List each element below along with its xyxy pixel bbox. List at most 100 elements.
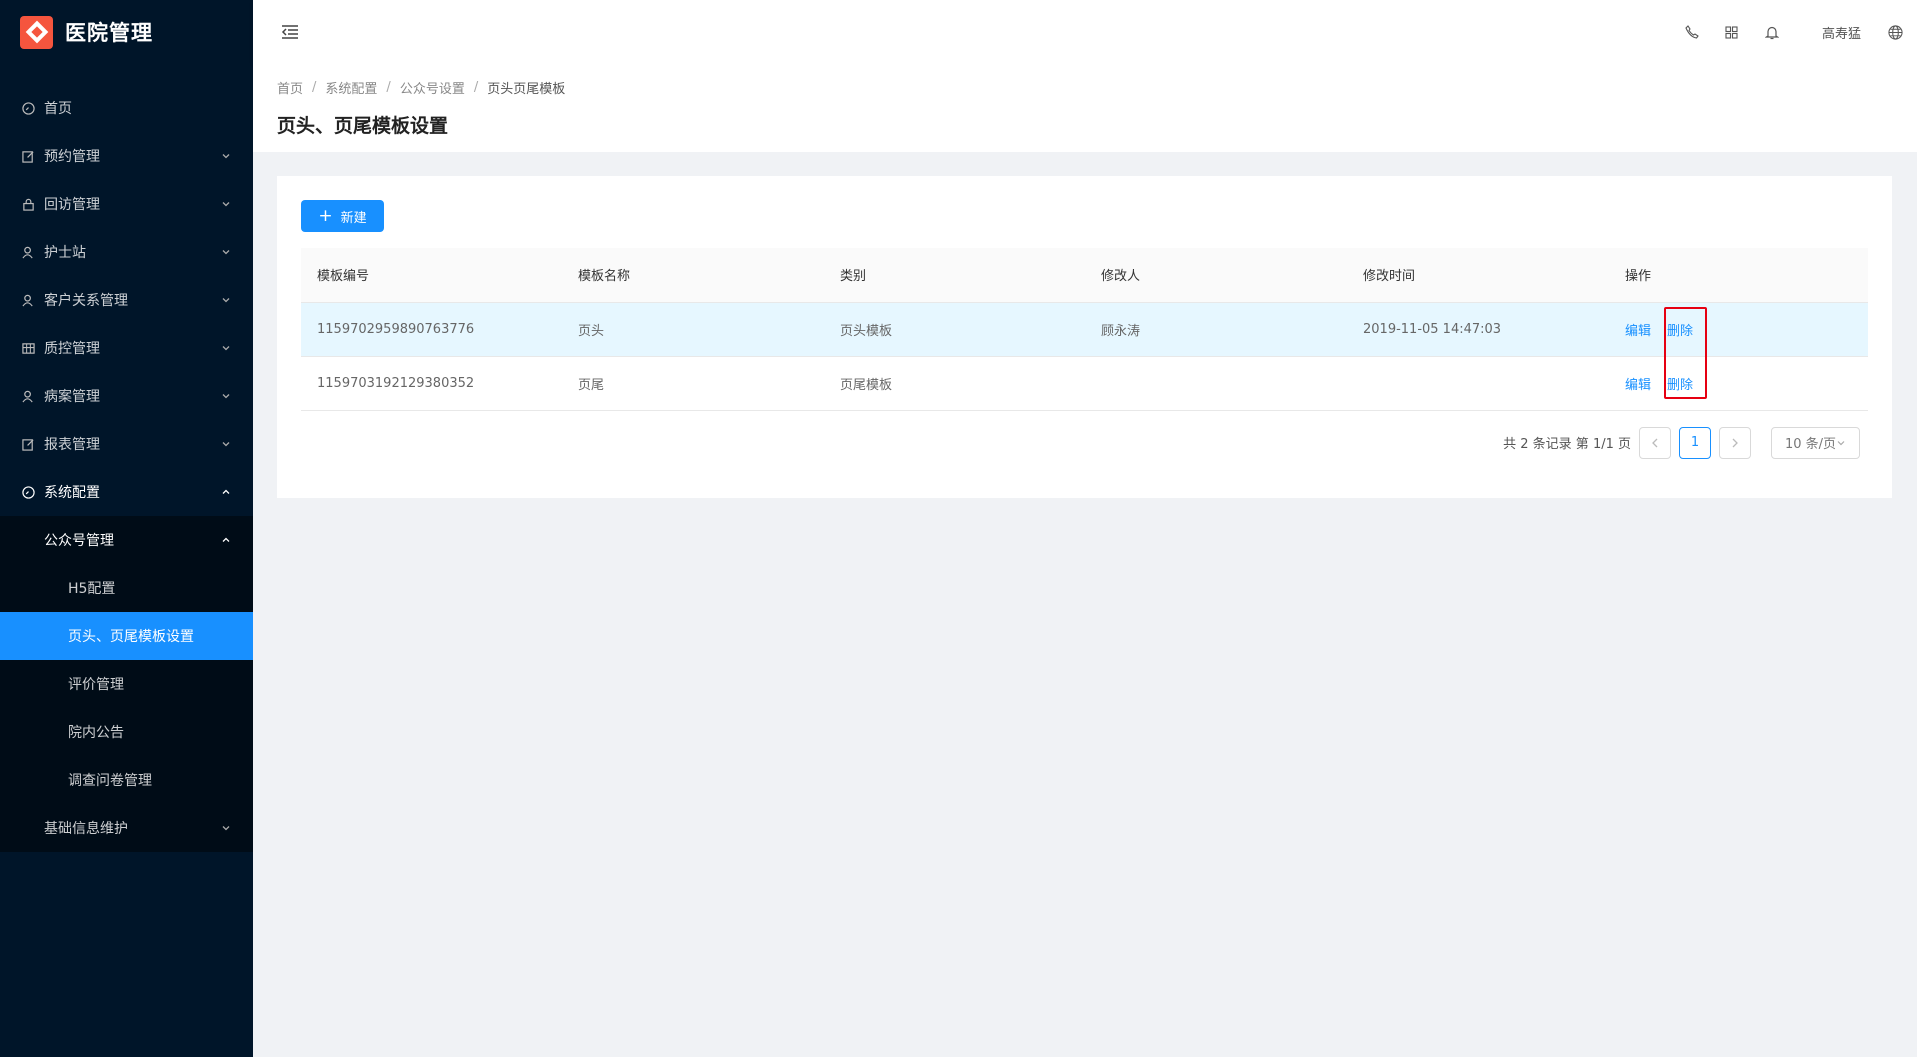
sidebar-item-label: 质控管理 [44,341,100,357]
cell-id: 1159703192129380352 [301,356,562,411]
menu-fold-icon[interactable] [275,17,305,47]
table-row: 1159702959890763776 页头 页头模板 顾永涛 2019-11-… [301,302,1868,357]
username[interactable]: 高寿猛 [1822,23,1861,42]
breadcrumb-item: 页头页尾模板 [487,82,566,97]
new-button[interactable]: + 新建 [301,200,384,232]
sidebar-item-nurse-station[interactable]: 护士站 [0,228,253,276]
cell-name: 页尾 [562,356,824,411]
chevron-down-icon [219,341,233,355]
breadcrumb: 首页 / 系统配置 / 公众号设置 / 页头页尾模板 [277,78,566,97]
chevron-down-icon [219,293,233,307]
page-header: 首页 / 系统配置 / 公众号设置 / 页头页尾模板 页头、页尾模板设置 [253,64,1917,152]
page-number-button[interactable]: 1 [1679,426,1711,459]
header-actions: 高寿猛 [1672,0,1917,64]
sidebar-item-followup[interactable]: 回访管理 [0,180,253,228]
column-header: 修改人 [1085,248,1347,303]
sidebar-item-crm[interactable]: 客户关系管理 [0,276,253,324]
breadcrumb-item[interactable]: 首页 [277,78,303,97]
next-page-button[interactable] [1719,426,1751,459]
top-header: 高寿猛 [253,0,1917,64]
sidebar-item-label: 调查问卷管理 [68,773,152,789]
sidebar-item-label: 院内公告 [68,725,124,741]
chevron-down-icon [219,437,233,451]
sidebar-item-label: 护士站 [44,245,86,261]
chevron-down-icon [219,821,233,835]
sidebar-item-label: 回访管理 [44,197,100,213]
page-size-value: 10 条/页 [1784,437,1837,452]
cell-actions: 编辑 删除 [1609,356,1868,411]
prev-page-button[interactable] [1639,426,1671,459]
sidebar-item-appointment[interactable]: 预约管理 [0,132,253,180]
sidebar-item-survey[interactable]: 调查问卷管理 [0,756,253,804]
sidebar-item-h5-config[interactable]: H5配置 [0,564,253,612]
pagination: 共 2 条记录 第 1/1 页 1 10 条/页 [301,426,1860,459]
logo[interactable]: 医院管理 [0,0,253,64]
pagination-summary: 共 2 条记录 第 1/1 页 [1503,437,1631,452]
sidebar: 医院管理 首页 预约管理 回访管理 护士站 客户关系管理 质控管理 病案管理 报… [0,0,253,1057]
edit-link[interactable]: 编辑 [1625,378,1651,393]
phone-icon[interactable] [1672,0,1712,64]
lock-icon [20,196,36,212]
chevron-up-icon [219,485,233,499]
sidebar-item-evaluation[interactable]: 评价管理 [0,660,253,708]
chevron-down-icon [219,149,233,163]
cell-modifier: 顾永涛 [1085,302,1347,357]
column-header: 类别 [824,248,1085,303]
bell-icon[interactable] [1752,0,1792,64]
sidebar-item-quality[interactable]: 质控管理 [0,324,253,372]
sidebar-item-label: 客户关系管理 [44,293,128,309]
sidebar-item-label: 系统配置 [44,485,100,501]
chevron-right-icon [1732,438,1738,447]
cell-name: 页头 [562,302,824,357]
delete-link[interactable]: 删除 [1667,324,1693,339]
dashboard-icon [20,484,36,500]
page-title: 页头、页尾模板设置 [277,115,449,137]
chevron-down-icon [1837,440,1845,445]
chevron-up-icon [219,533,233,547]
chevron-down-icon [219,197,233,211]
cell-id: 1159702959890763776 [301,302,562,357]
column-header: 模板名称 [562,248,824,303]
cell-actions: 编辑 删除 [1609,302,1868,357]
breadcrumb-item[interactable]: 公众号设置 [400,78,465,97]
delete-link[interactable]: 删除 [1667,378,1693,393]
globe-icon[interactable] [1881,0,1909,64]
cell-type: 页头模板 [824,302,1085,357]
user-icon [20,244,36,260]
template-table: 模板编号 模板名称 类别 修改人 修改时间 操作 115970295989076… [301,248,1868,411]
dashboard-icon [20,100,36,116]
edit-icon [20,436,36,452]
user-icon [20,292,36,308]
column-header: 修改时间 [1347,248,1609,303]
sidebar-menu: 首页 预约管理 回访管理 护士站 客户关系管理 质控管理 病案管理 报表管理 系… [0,84,253,852]
sidebar-item-label: 预约管理 [44,149,100,165]
sidebar-item-wechat[interactable]: 公众号管理 [0,516,253,564]
chevron-down-icon [219,389,233,403]
sidebar-item-reports[interactable]: 报表管理 [0,420,253,468]
cell-type: 页尾模板 [824,356,1085,411]
sidebar-item-header-footer[interactable]: 页头、页尾模板设置 [0,612,253,660]
column-header: 模板编号 [301,248,562,303]
column-header: 操作 [1609,248,1868,303]
cell-time: 2019-11-05 14:47:03 [1347,302,1609,357]
system-config-submenu: 公众号管理 H5配置 页头、页尾模板设置 评价管理 院内公告 调查问卷管理 基础… [0,516,253,852]
sidebar-item-label: 评价管理 [68,677,124,693]
cell-modifier [1085,356,1347,411]
page-size-select[interactable]: 10 条/页 [1771,426,1860,459]
edit-link[interactable]: 编辑 [1625,324,1651,339]
breadcrumb-item[interactable]: 系统配置 [325,78,377,97]
sidebar-item-basic-info[interactable]: 基础信息维护 [0,804,253,852]
sidebar-item-home[interactable]: 首页 [0,84,253,132]
chevron-down-icon [219,245,233,259]
sidebar-item-announcement[interactable]: 院内公告 [0,708,253,756]
chevron-left-icon [1652,438,1658,447]
cell-time [1347,356,1609,411]
hospital-logo-icon [20,15,53,49]
plus-icon: + [318,205,333,226]
sidebar-item-label: 病案管理 [44,389,100,405]
content-card: + 新建 模板编号 模板名称 类别 修改人 修改时间 操作 1159702959… [277,176,1892,498]
sidebar-item-records[interactable]: 病案管理 [0,372,253,420]
apps-icon[interactable] [1712,0,1752,64]
sidebar-item-system-config[interactable]: 系统配置 [0,468,253,516]
sidebar-item-label: 公众号管理 [44,533,114,549]
